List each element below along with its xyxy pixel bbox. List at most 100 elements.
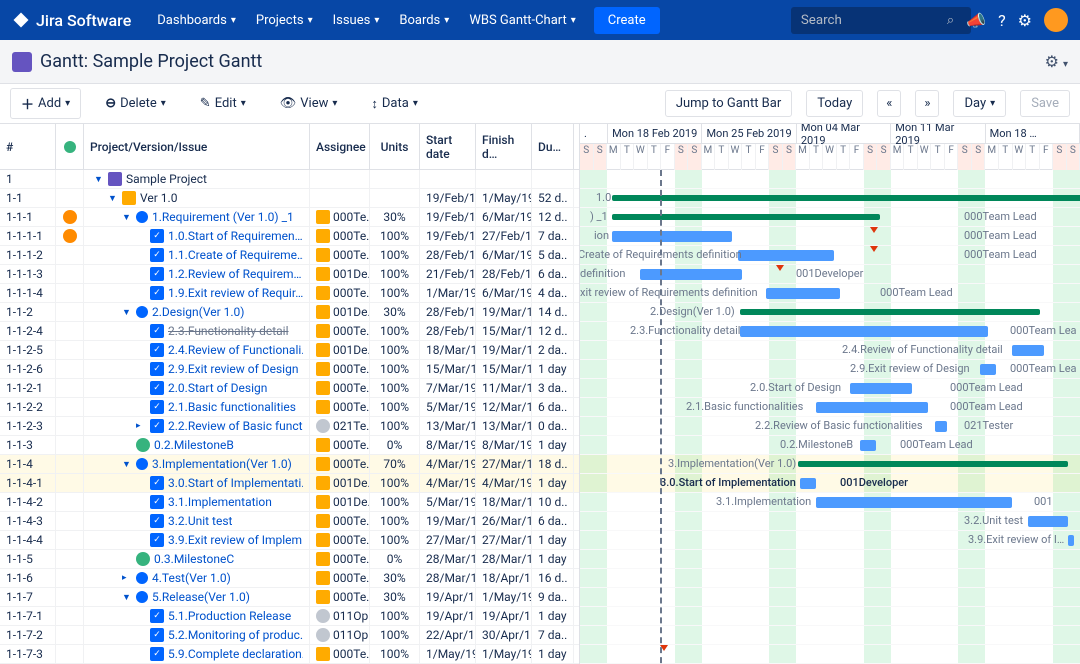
gantt-row[interactable]: 0.2.MilestoneB000Team Lead <box>580 436 1080 455</box>
table-row[interactable]: 1-1-2▼2.Design(Ver 1.0)001De..30%28/Feb/… <box>0 303 579 322</box>
gantt-bar[interactable] <box>800 478 816 489</box>
table-row[interactable]: 1-1-4-3✓3.2.Unit test000Te..100%19/Mar/1… <box>0 512 579 531</box>
table-row[interactable]: 1-1-7▼5.Release(Ver 1.0)000Te..30%19/Apr… <box>0 588 579 607</box>
nav-item-issues[interactable]: Issues ▾ <box>323 13 390 28</box>
gantt-bar[interactable] <box>798 461 1068 467</box>
expander-icon[interactable]: ▸ <box>122 573 132 583</box>
gantt-row[interactable] <box>580 550 1080 569</box>
gantt-row[interactable] <box>580 170 1080 189</box>
nav-item-wbs-gantt-chart[interactable]: WBS Gantt-Chart ▾ <box>459 13 585 28</box>
table-row[interactable]: 1-1-2-1✓2.0.Start of Design000Te..100%7/… <box>0 379 579 398</box>
table-row[interactable]: 1-1-7-1✓5.1.Production Release011Op..100… <box>0 607 579 626</box>
table-row[interactable]: 1-1-1-3✓1.2.Review of Requirem…001De..10… <box>0 265 579 284</box>
gantt-bar[interactable] <box>816 497 1012 508</box>
table-row[interactable]: 1-1-2-6✓2.9.Exit review of Design000Te..… <box>0 360 579 379</box>
gantt-bar[interactable] <box>1028 516 1068 527</box>
table-row[interactable]: 1-1-7-2✓5.2.Monitoring of produc…011Op..… <box>0 626 579 645</box>
add-button[interactable]: ＋Add▾ <box>10 88 81 119</box>
col-units-header[interactable]: Units <box>370 124 420 169</box>
gantt-row[interactable]: 2.1.Basic functionalities000Team Lead <box>580 398 1080 417</box>
gantt-bar[interactable] <box>740 309 1040 315</box>
gantt-row[interactable] <box>580 588 1080 607</box>
gantt-bar[interactable] <box>816 402 928 413</box>
col-status-header[interactable] <box>56 124 84 169</box>
nav-item-projects[interactable]: Projects ▾ <box>246 13 323 28</box>
page-settings-icon[interactable]: ⚙ ▾ <box>1045 52 1068 71</box>
gantt-row[interactable]: 3.Implementation(Ver 1.0) <box>580 455 1080 474</box>
settings-icon[interactable]: ⚙ <box>1018 11 1032 30</box>
gantt-row[interactable]: 1.0 <box>580 189 1080 208</box>
gantt-row[interactable]: 2.0.Start of Design000Team Lead <box>580 379 1080 398</box>
expander-icon[interactable]: ▼ <box>122 212 132 223</box>
gantt-row[interactable]: 3.9.Exit review of I… <box>580 531 1080 550</box>
gantt-row[interactable]: 2.2.Review of Basic functionalities021Te… <box>580 417 1080 436</box>
col-num-header[interactable]: # <box>0 124 56 169</box>
gantt-row[interactable]: Create of Requirements definition000Team… <box>580 246 1080 265</box>
expander-icon[interactable]: ▸ <box>136 421 146 431</box>
gantt-bar[interactable] <box>1068 535 1074 546</box>
table-row[interactable]: 1-1-1▼1.Requirement (Ver 1.0) _1000Te..3… <box>0 208 579 227</box>
table-row[interactable]: 1-1-4▼3.Implementation(Ver 1.0)000Te..70… <box>0 455 579 474</box>
gantt-row[interactable] <box>580 626 1080 645</box>
col-issue-header[interactable]: Project/Version/Issue <box>84 124 310 169</box>
gantt-row[interactable]: 3.1.Implementation001 <box>580 493 1080 512</box>
user-avatar[interactable] <box>1044 8 1068 32</box>
gantt-row[interactable] <box>580 645 1080 664</box>
save-button[interactable]: Save <box>1020 90 1070 117</box>
gantt-row[interactable]: ion000Team Lead <box>580 227 1080 246</box>
gantt-row[interactable]: xit review of Requirements definition000… <box>580 284 1080 303</box>
gantt-row[interactable] <box>580 569 1080 588</box>
gantt-bar[interactable] <box>612 231 732 242</box>
table-row[interactable]: 1-1-4-2✓3.1.Implementation001De..100%5/M… <box>0 493 579 512</box>
prev-button[interactable]: « <box>877 90 901 117</box>
megaphone-icon[interactable]: 📣 <box>966 11 986 30</box>
view-button[interactable]: 👁 View▾ <box>270 91 348 116</box>
col-start-header[interactable]: Start date <box>420 124 476 169</box>
gantt-bar[interactable] <box>850 383 912 394</box>
expander-icon[interactable]: ▼ <box>122 592 132 603</box>
gantt-row[interactable]: 2.3.Functionality detail000Team Lea <box>580 322 1080 341</box>
search-icon[interactable]: ⌕ <box>947 13 954 28</box>
next-button[interactable]: » <box>915 90 939 117</box>
search-input[interactable] <box>791 7 971 34</box>
gantt-bar[interactable] <box>980 364 996 375</box>
gantt-row[interactable]: ) _1000Team Lead <box>580 208 1080 227</box>
nav-item-dashboards[interactable]: Dashboards ▾ <box>147 13 246 28</box>
gantt-row[interactable]: 2.Design(Ver 1.0) <box>580 303 1080 322</box>
scale-button[interactable]: Day▾ <box>953 90 1006 117</box>
gantt-row[interactable]: 2.4.Review of Functionality detail <box>580 341 1080 360</box>
table-row[interactable]: 1-1-2-4✓2.3.Functionality detail000Te..1… <box>0 322 579 341</box>
create-button[interactable]: Create <box>594 7 660 34</box>
expander-icon[interactable]: ▼ <box>122 307 132 318</box>
table-row[interactable]: 1-1-2-2✓2.1.Basic functionalities000Te..… <box>0 398 579 417</box>
table-row[interactable]: 1-1-1-2✓1.1.Create of Requireme…000Te..1… <box>0 246 579 265</box>
gantt-row[interactable]: 3.2.Unit test <box>580 512 1080 531</box>
expander-icon[interactable]: ▼ <box>94 174 104 185</box>
gantt-bar[interactable] <box>935 421 947 432</box>
col-assignee-header[interactable]: Assignee <box>310 124 370 169</box>
edit-button[interactable]: ✎ Edit▾ <box>190 91 256 116</box>
data-button[interactable]: ↕ Data▾ <box>361 91 427 117</box>
gantt-bar[interactable] <box>612 214 880 220</box>
help-icon[interactable]: ? <box>998 11 1006 30</box>
col-dur-header[interactable]: Du… <box>532 124 574 169</box>
gantt-row[interactable]: 3.0.Start of Implementation001Developer <box>580 474 1080 493</box>
table-row[interactable]: 1-1-4-4✓3.9.Exit review of Implem…000Te.… <box>0 531 579 550</box>
gantt-bar[interactable] <box>740 326 988 337</box>
table-row[interactable]: 1-1-4-1✓3.0.Start of Implementati…001De.… <box>0 474 579 493</box>
gantt-bar[interactable] <box>640 269 742 280</box>
gantt-bar[interactable] <box>738 250 834 261</box>
today-button[interactable]: Today <box>806 90 863 117</box>
expander-icon[interactable]: ▼ <box>122 459 132 470</box>
jira-logo[interactable]: Jira Software <box>12 11 131 30</box>
expander-icon[interactable]: ▼ <box>108 193 118 204</box>
table-row[interactable]: 1-1-1-1✓1.0.Start of Requiremen…000Te..1… <box>0 227 579 246</box>
table-row[interactable]: 1▼Sample Project <box>0 170 579 189</box>
gantt-pane[interactable]: .Mon 18 Feb 2019Mon 25 Feb 2019Mon 04 Ma… <box>580 124 1080 664</box>
gantt-row[interactable] <box>580 607 1080 626</box>
gantt-row[interactable]: definition001Developer <box>580 265 1080 284</box>
nav-item-boards[interactable]: Boards ▾ <box>389 13 459 28</box>
col-finish-header[interactable]: Finish d… <box>476 124 532 169</box>
table-row[interactable]: 1-1-30.2.MilestoneB000Te..0%8/Mar/198/Ma… <box>0 436 579 455</box>
table-row[interactable]: 1-1-2-5✓2.4.Review of Functionali…001De.… <box>0 341 579 360</box>
